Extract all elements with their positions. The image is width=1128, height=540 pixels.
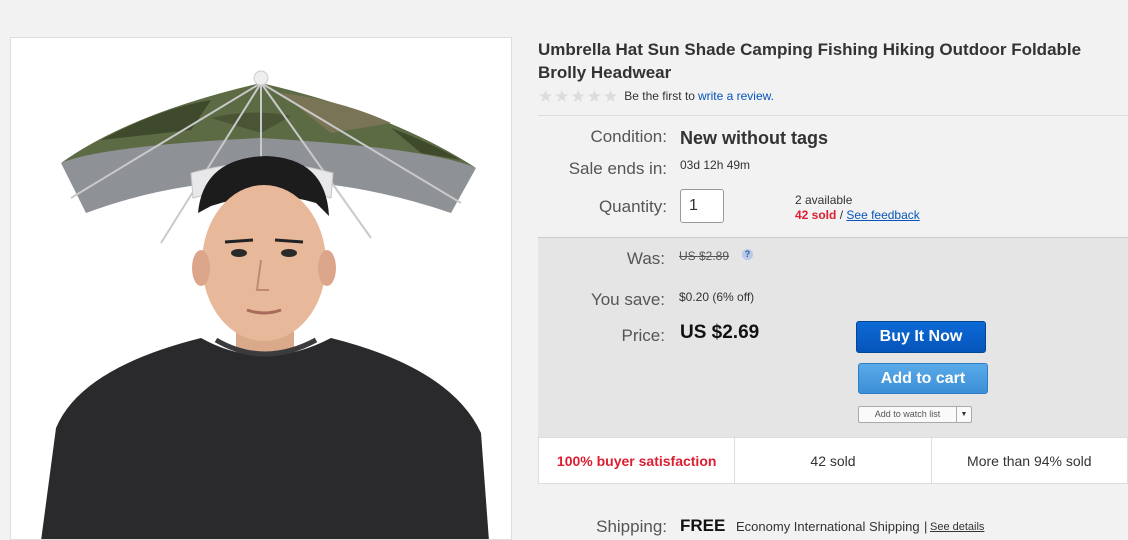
was-price: US $2.89 [679, 249, 730, 263]
star-icon: ★ [603, 86, 619, 106]
watch-list-label[interactable]: Add to watch list [859, 407, 957, 422]
was-label: Was: [626, 249, 665, 268]
star-icon: ★ [554, 86, 570, 106]
sold-stat: 42 sold [735, 438, 932, 483]
star-icon: ★ [570, 86, 586, 106]
stats-row: 100% buyer satisfaction 42 sold More tha… [538, 437, 1128, 484]
sale-ends-label: Sale ends in: [568, 159, 667, 178]
see-feedback-link[interactable]: See feedback [846, 208, 919, 222]
product-image[interactable] [10, 37, 512, 540]
chevron-down-icon[interactable]: ▼ [957, 407, 971, 422]
rating-stars: ★ ★ ★ ★ ★ [538, 88, 618, 105]
price-value: US $2.69 [680, 322, 760, 343]
sold-line: 42 sold / See feedback [795, 208, 920, 222]
available-count: 2 available [795, 193, 853, 207]
buyer-satisfaction: 100% buyer satisfaction [539, 438, 736, 483]
rating-row: ★ ★ ★ ★ ★ Be the first to write a review… [538, 87, 774, 105]
help-icon[interactable]: ? [742, 249, 753, 260]
see-details-link[interactable]: See details [930, 521, 984, 533]
you-save-label: You save: [590, 290, 665, 309]
sold-percent-stat: More than 94% sold [967, 452, 1092, 469]
condition-value: New without tags [680, 128, 828, 148]
quantity-input[interactable] [680, 189, 724, 223]
star-icon: ★ [586, 86, 602, 106]
product-photo [11, 38, 511, 539]
watch-list-button[interactable]: Add to watch list ▼ [858, 406, 972, 423]
star-icon: ★ [538, 86, 554, 106]
add-to-cart-button[interactable]: Add to cart [858, 363, 988, 394]
shipping-label: Shipping: [596, 517, 667, 536]
sold-separator: / [839, 208, 844, 222]
condition-label: Condition: [590, 127, 667, 146]
shipping-method: Economy International Shipping [736, 519, 920, 534]
shipping-cost: FREE [680, 516, 726, 535]
shipping-separator: | [924, 519, 928, 534]
rating-prompt: Be the first to [624, 89, 695, 103]
you-save-value: $0.20 (6% off) [679, 290, 755, 304]
price-label: Price: [621, 326, 665, 345]
buy-it-now-button[interactable]: Buy It Now [856, 321, 986, 353]
sold-count: 42 sold [795, 208, 837, 222]
quantity-label: Quantity: [598, 197, 667, 216]
sale-ends-value: 03d 12h 49m [680, 158, 751, 172]
write-review-link[interactable]: write a review. [698, 89, 774, 103]
product-title: Umbrella Hat Sun Shade Camping Fishing H… [538, 40, 1082, 82]
divider [538, 115, 1128, 116]
